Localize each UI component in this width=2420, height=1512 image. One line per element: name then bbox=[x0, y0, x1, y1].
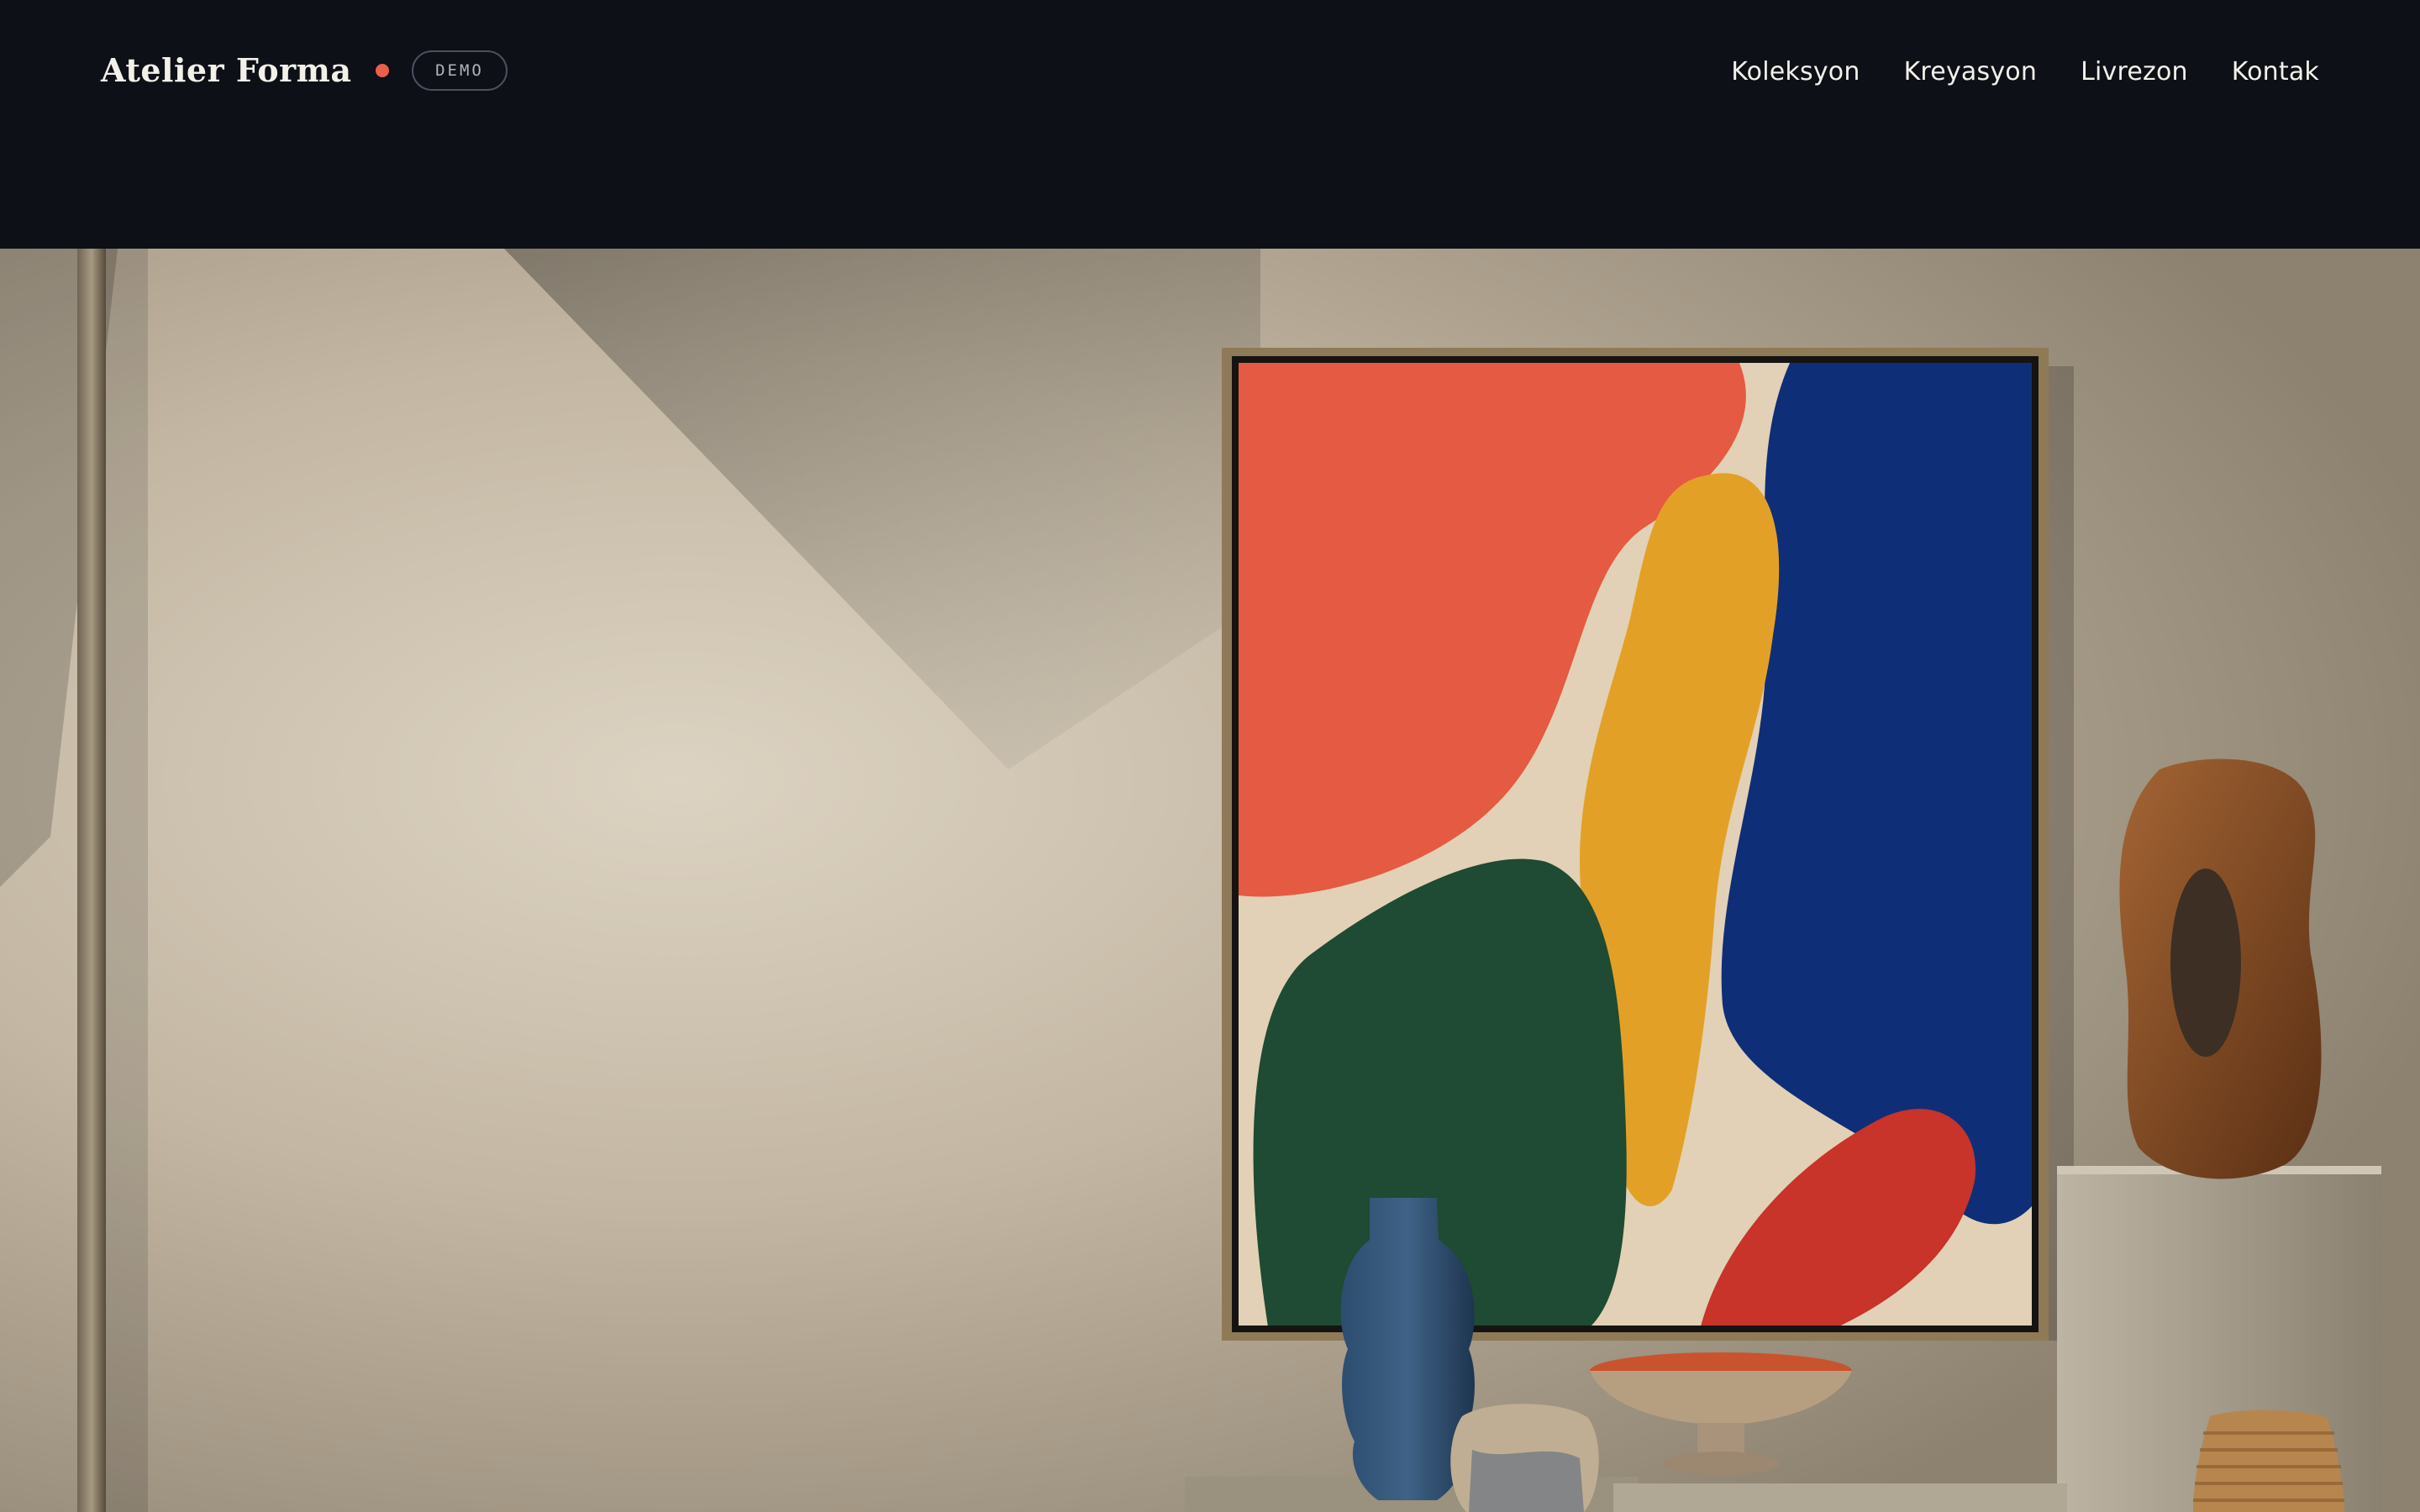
nav-link-kreyasyon[interactable]: Kreyasyon bbox=[1904, 57, 2038, 87]
nav-link-kontak[interactable]: Kontak bbox=[2232, 57, 2319, 87]
hero-image bbox=[0, 249, 2420, 1512]
woven-vessel bbox=[2193, 1410, 2344, 1512]
abstract-painting bbox=[1239, 363, 2032, 1326]
hero-scene bbox=[0, 249, 2420, 1512]
nav-link-koleksyon[interactable]: Koleksyon bbox=[1731, 57, 1860, 87]
site-header: Atelier Forma DEMO Koleksyon Kreyasyon L… bbox=[0, 0, 2420, 249]
wall-pillar bbox=[77, 249, 106, 1512]
nav-link-livrezon[interactable]: Livrezon bbox=[2081, 57, 2188, 87]
demo-badge: DEMO bbox=[412, 50, 508, 91]
status-dot bbox=[376, 64, 389, 77]
brand-logo[interactable]: Atelier Forma bbox=[101, 47, 351, 94]
main-nav: Koleksyon Kreyasyon Livrezon Kontak bbox=[1731, 52, 2319, 91]
